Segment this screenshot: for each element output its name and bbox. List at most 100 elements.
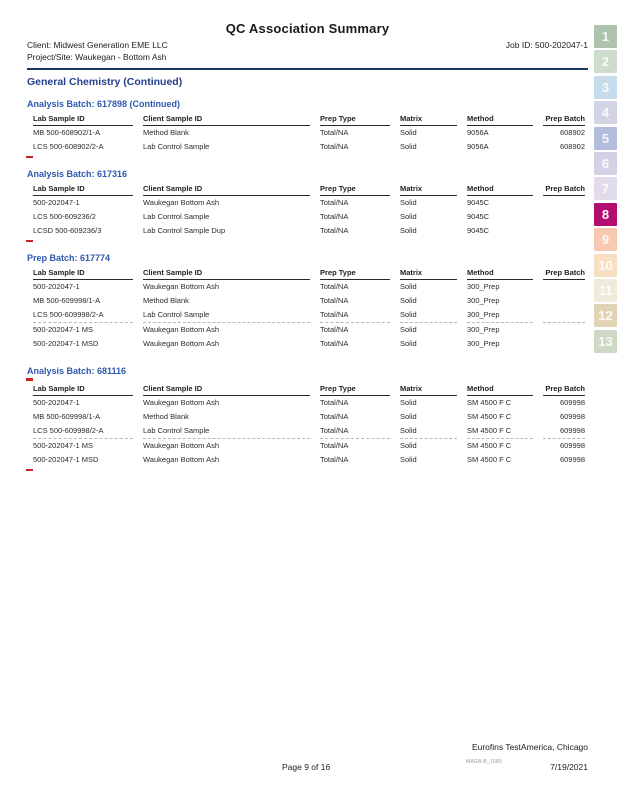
cell-method: SM 4500 F C — [467, 396, 533, 410]
table-row: LCSD 500-609236/3 Lab Control Sample Dup… — [33, 224, 585, 238]
col-matrix: Matrix — [400, 184, 457, 196]
cell-prep-batch: 609998 — [543, 424, 585, 438]
red-annotation-mark — [26, 469, 33, 471]
cell-matrix: Solid — [400, 224, 457, 238]
table-row: MB 500-609998/1-A Method Blank Total/NA … — [33, 410, 585, 424]
col-lab-sample-id: Lab Sample ID — [33, 268, 133, 280]
page-section-tab[interactable]: 8 — [594, 203, 617, 226]
job-id: Job ID: 500-202047-1 — [506, 40, 588, 52]
cell-prep-type: Total/NA — [320, 396, 390, 410]
cell-method: 300_Prep — [467, 294, 533, 308]
cell-method: 300_Prep — [467, 322, 533, 337]
cell-client-sample-id: Method Blank — [143, 410, 310, 424]
batch-heading: Analysis Batch: 681116 — [27, 366, 588, 376]
cell-method: 9056A — [467, 126, 533, 140]
col-client-sample-id: Client Sample ID — [143, 184, 310, 196]
cell-lab-sample-id: LCSD 500-609236/3 — [33, 224, 133, 238]
cell-matrix: Solid — [400, 140, 457, 154]
cell-prep-batch: 608902 — [543, 140, 585, 154]
batch-section: Prep Batch: 617774 Lab Sample ID Client … — [27, 253, 588, 351]
project-site-line: Project/Site: Waukegan - Bottom Ash — [27, 52, 588, 64]
page-section-tab[interactable]: 7 — [594, 177, 617, 200]
cell-matrix: Solid — [400, 280, 457, 294]
page-section-tab[interactable]: 9 — [594, 228, 617, 251]
col-prep-batch: Prep Batch — [543, 384, 585, 396]
table-row: MB 500-608902/1-A Method Blank Total/NA … — [33, 126, 585, 140]
table-header-row: Lab Sample ID Client Sample ID Prep Type… — [33, 114, 585, 126]
header-divider-rule — [27, 68, 588, 70]
cell-client-sample-id: Lab Control Sample Dup — [143, 224, 310, 238]
cell-method: 9045C — [467, 210, 533, 224]
table-row: 500-202047-1 MS Waukegan Bottom Ash Tota… — [33, 438, 585, 453]
cell-prep-batch: 608902 — [543, 126, 585, 140]
cell-prep-type: Total/NA — [320, 140, 390, 154]
page-section-tab[interactable]: 5 — [594, 127, 617, 150]
col-matrix: Matrix — [400, 114, 457, 126]
qc-association-table: Lab Sample ID Client Sample ID Prep Type… — [23, 268, 595, 351]
cell-matrix: Solid — [400, 424, 457, 438]
cell-method: SM 4500 F C — [467, 424, 533, 438]
cell-matrix: Solid — [400, 294, 457, 308]
table-row: 500-202047-1 Waukegan Bottom Ash Total/N… — [33, 396, 585, 410]
page-section-tab[interactable]: 6 — [594, 152, 617, 175]
cell-client-sample-id: Waukegan Bottom Ash — [143, 438, 310, 453]
cell-client-sample-id: Lab Control Sample — [143, 308, 310, 322]
cell-lab-sample-id: 500-202047-1 MS — [33, 438, 133, 453]
cell-client-sample-id: Waukegan Bottom Ash — [143, 396, 310, 410]
client-line: Client: Midwest Generation EME LLC — [27, 40, 588, 52]
cell-lab-sample-id: 500-202047-1 MS — [33, 322, 133, 337]
cell-method: 300_Prep — [467, 308, 533, 322]
cell-prep-type: Total/NA — [320, 308, 390, 322]
batch-heading: Prep Batch: 617774 — [27, 253, 588, 263]
cell-matrix: Solid — [400, 438, 457, 453]
table-row: MB 500-609998/1-A Method Blank Total/NA … — [33, 294, 585, 308]
qc-association-table: Lab Sample ID Client Sample ID Prep Type… — [23, 384, 595, 467]
col-prep-type: Prep Type — [320, 184, 390, 196]
col-client-sample-id: Client Sample ID — [143, 114, 310, 126]
cell-method: 300_Prep — [467, 280, 533, 294]
report-meta: Client: Midwest Generation EME LLC Proje… — [27, 40, 588, 63]
cell-method: SM 4500 F C — [467, 410, 533, 424]
page-section-tab[interactable]: 3 — [594, 76, 617, 99]
page-section-tab[interactable]: 13 — [594, 330, 617, 353]
footer-stamp-text: MAGB-B_1080 — [466, 759, 502, 765]
cell-prep-type: Total/NA — [320, 196, 390, 210]
cell-matrix: Solid — [400, 308, 457, 322]
page-section-tab[interactable]: 10 — [594, 254, 617, 277]
cell-lab-sample-id: 500-202047-1 — [33, 396, 133, 410]
cell-prep-type: Total/NA — [320, 410, 390, 424]
cell-prep-batch: 609998 — [543, 453, 585, 467]
page-section-tab[interactable]: 1 — [594, 25, 617, 48]
page-section-tab[interactable]: 12 — [594, 304, 617, 327]
col-method: Method — [467, 268, 533, 280]
page-section-tab[interactable]: 11 — [594, 279, 617, 302]
cell-lab-sample-id: LCS 500-609236/2 — [33, 210, 133, 224]
cell-matrix: Solid — [400, 196, 457, 210]
cell-prep-batch — [543, 294, 585, 308]
cell-prep-type: Total/NA — [320, 337, 390, 351]
page-section-tab[interactable]: 4 — [594, 101, 617, 124]
cell-matrix: Solid — [400, 210, 457, 224]
col-method: Method — [467, 184, 533, 196]
col-lab-sample-id: Lab Sample ID — [33, 184, 133, 196]
col-matrix: Matrix — [400, 268, 457, 280]
cell-prep-batch: 609998 — [543, 396, 585, 410]
cell-method: 9056A — [467, 140, 533, 154]
cell-prep-batch — [543, 280, 585, 294]
cell-client-sample-id: Waukegan Bottom Ash — [143, 280, 310, 294]
page-section-tab[interactable]: 2 — [594, 50, 617, 73]
cell-lab-sample-id: MB 500-609998/1-A — [33, 410, 133, 424]
col-lab-sample-id: Lab Sample ID — [33, 384, 133, 396]
section-tab-rail: 12345678910111213 — [594, 25, 617, 353]
cell-lab-sample-id: MB 500-609998/1-A — [33, 294, 133, 308]
cell-method: 9045C — [467, 196, 533, 210]
col-lab-sample-id: Lab Sample ID — [33, 114, 133, 126]
table-header-row: Lab Sample ID Client Sample ID Prep Type… — [33, 268, 585, 280]
cell-prep-type: Total/NA — [320, 224, 390, 238]
col-method: Method — [467, 384, 533, 396]
qc-association-table: Lab Sample ID Client Sample ID Prep Type… — [23, 114, 595, 154]
cell-matrix: Solid — [400, 453, 457, 467]
cell-lab-sample-id: 500-202047-1 — [33, 280, 133, 294]
table-header-row: Lab Sample ID Client Sample ID Prep Type… — [33, 184, 585, 196]
batch-section: Analysis Batch: 617898 (Continued) Lab S… — [27, 99, 588, 158]
